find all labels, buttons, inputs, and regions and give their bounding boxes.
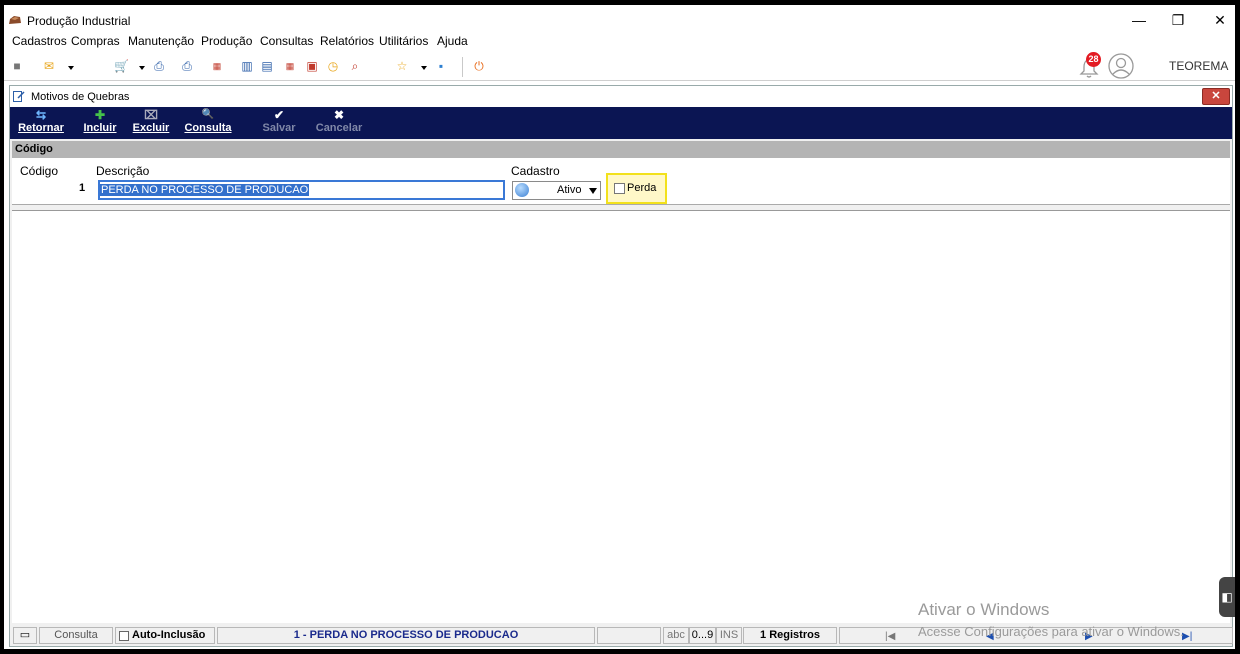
abc-indicator: abc <box>663 627 689 644</box>
chevron-down-icon[interactable] <box>68 66 74 70</box>
calendar-icon[interactable]: ▦ <box>210 59 224 73</box>
window-title: Produção Industrial <box>27 14 131 28</box>
power-icon[interactable]: ⏻ <box>472 59 486 73</box>
retornar-label: Retornar <box>18 122 64 134</box>
codigo-value: 1 <box>79 182 86 194</box>
delete-icon: ⌧ <box>144 108 158 122</box>
status-empty-field <box>597 627 661 644</box>
cancelar-button[interactable]: ✖ Cancelar <box>315 107 363 139</box>
menu-compras[interactable]: Compras <box>71 34 120 48</box>
minimize-button[interactable]: — <box>1119 9 1159 31</box>
chevron-down-icon[interactable] <box>139 66 145 70</box>
descricao-input[interactable]: PERDA NO PROCESSO DE PRODUCAO <box>98 180 505 200</box>
edit-form-icon <box>13 91 25 102</box>
windows-activation-subtitle: Acesse Configurações para ativar o Windo… <box>918 624 1184 639</box>
info-icon[interactable]: ▪ <box>434 59 448 73</box>
keyboard-icon[interactable]: ▭ <box>13 627 37 644</box>
codigo-label: Código <box>20 164 59 178</box>
content-area <box>12 210 1230 623</box>
cross-icon: ✖ <box>333 108 345 122</box>
calendar-icon[interactable]: ▦ <box>283 59 297 73</box>
title-bar: Produção Industrial — ❐ ✕ <box>4 5 1235 33</box>
perda-label: Perda <box>627 182 657 194</box>
app-logo-icon <box>9 16 21 24</box>
mode-indicator: Consulta <box>39 627 113 644</box>
calendar-alert-icon[interactable]: ▣ <box>305 59 319 73</box>
excluir-label: Excluir <box>132 122 170 134</box>
main-toolbar: ■ ✉ 🛒 ⎙ ⎙ ▦ ▥ ▤ ▦ ▣ ◷ ⌕ ☆ ▪ ⏻ <box>4 52 1235 81</box>
menu-utilitarios[interactable]: Utilitários <box>379 34 428 48</box>
descricao-label: Descrição <box>96 164 150 178</box>
record-form: Código 1 Descrição PERDA NO PROCESSO DE … <box>12 158 1230 205</box>
auto-inclusao-checkbox[interactable] <box>119 631 129 641</box>
auto-inclusao-field[interactable]: Auto-Inclusão <box>115 627 215 644</box>
menu-cadastros[interactable]: Cadastros <box>12 34 67 48</box>
menu-relatorios[interactable]: Relatórios <box>320 34 374 48</box>
numeric-indicator: 0...9 <box>689 627 716 644</box>
toolbar-separator <box>462 57 463 77</box>
printer-icon[interactable]: ⎙ <box>152 59 166 73</box>
restore-button[interactable]: ❐ <box>1158 9 1198 31</box>
printer-icon[interactable]: ⎙ <box>180 59 194 73</box>
child-close-button[interactable]: ✕ <box>1202 88 1230 105</box>
checkmark-icon: ✔ <box>273 108 285 122</box>
star-icon[interactable]: ☆ <box>395 59 409 73</box>
salvar-button[interactable]: ✔ Salvar <box>261 107 297 139</box>
incluir-label: Incluir <box>83 122 117 134</box>
menu-producao[interactable]: Produção <box>201 34 252 48</box>
cadastro-value: Ativo <box>557 184 582 196</box>
action-toolbar: ⇆ Retornar ✚ Incluir ⌧ Excluir 🔍 Consult… <box>10 107 1232 139</box>
salvar-label: Salvar <box>262 122 296 134</box>
motivos-de-quebras-window: Motivos de Quebras ✕ ⇆ Retornar ✚ Inclui… <box>9 85 1233 647</box>
cadastro-select[interactable]: Ativo <box>512 181 601 200</box>
cancelar-label: Cancelar <box>315 122 363 134</box>
user-avatar-icon[interactable] <box>1108 53 1134 79</box>
calculator-icon[interactable]: ▤ <box>260 59 274 73</box>
section-header: Código <box>12 141 1230 158</box>
cadastro-label: Cadastro <box>511 164 560 178</box>
incluir-button[interactable]: ✚ Incluir <box>82 107 118 139</box>
status-globe-icon <box>515 183 529 197</box>
descricao-value: PERDA NO PROCESSO DE PRODUCAO <box>100 184 310 196</box>
menu-bar: Cadastros Compras Manutenção Produção Co… <box>4 33 1235 51</box>
menu-ajuda[interactable]: Ajuda <box>437 34 468 48</box>
notification-badge: 28 <box>1086 52 1101 67</box>
child-window-title: Motivos de Quebras <box>31 91 130 103</box>
excluir-button[interactable]: ⌧ Excluir <box>132 107 170 139</box>
consulta-button[interactable]: 🔍 Consulta <box>184 107 232 139</box>
menu-manutencao[interactable]: Manutenção <box>128 34 194 48</box>
side-panel-tab[interactable]: ◧ <box>1219 577 1235 617</box>
retornar-button[interactable]: ⇆ Retornar <box>16 107 66 139</box>
child-title-bar: Motivos de Quebras ✕ <box>10 86 1232 107</box>
swap-arrows-icon: ⇆ <box>35 108 47 122</box>
perda-checkbox-field[interactable]: Perda <box>606 173 667 204</box>
company-name: TEOREMA <box>1169 59 1229 73</box>
chevron-down-icon[interactable] <box>421 66 427 70</box>
auto-inclusao-label: Auto-Inclusão <box>132 629 206 641</box>
clock-icon[interactable]: ◷ <box>326 59 340 73</box>
square-icon[interactable]: ■ <box>10 59 24 73</box>
search-icon: 🔍 <box>201 109 215 120</box>
close-button[interactable]: ✕ <box>1200 9 1235 31</box>
search-document-icon[interactable]: ⌕ <box>348 59 362 73</box>
windows-activation-title: Ativar o Windows <box>918 600 1050 619</box>
perda-checkbox[interactable] <box>614 183 625 194</box>
menu-consultas[interactable]: Consultas <box>260 34 313 48</box>
current-record-text: 1 - PERDA NO PROCESSO DE PRODUCAO <box>217 627 595 644</box>
plus-circle-icon: ✚ <box>94 108 106 122</box>
folder-icon[interactable]: ✉ <box>42 59 56 73</box>
chevron-down-icon[interactable] <box>589 188 597 194</box>
consulta-label: Consulta <box>184 122 232 134</box>
ins-indicator: INS <box>716 627 742 644</box>
first-record-icon[interactable]: |◀ <box>885 631 895 642</box>
cart-icon[interactable]: 🛒 <box>114 59 129 73</box>
records-count: 1 Registros <box>743 627 837 644</box>
chart-icon[interactable]: ▥ <box>240 59 254 73</box>
app-window: Produção Industrial — ❐ ✕ Cadastros Comp… <box>4 5 1235 649</box>
